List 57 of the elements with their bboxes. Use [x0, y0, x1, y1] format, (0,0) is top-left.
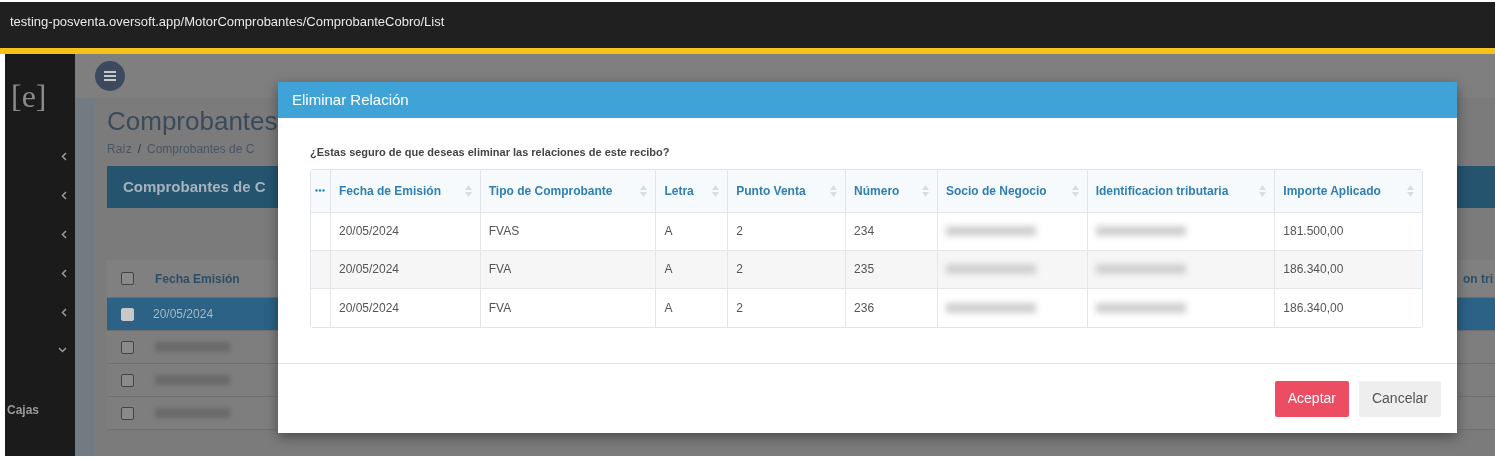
dialog-message: ¿Estas seguro de que deseas eliminar las relaciones de este recibo?	[310, 145, 671, 161]
table-cell-text: A	[664, 223, 673, 240]
chevron-down-icon[interactable]	[58, 347, 67, 353]
chevron-left-icon[interactable]	[61, 269, 67, 278]
sort-icon	[1407, 184, 1415, 197]
column-header[interactable]: Letra	[656, 169, 729, 212]
checkbox[interactable]	[120, 406, 134, 420]
column-header[interactable]: Punto Venta	[728, 169, 847, 212]
table-cell-text: 186.340,00	[1283, 261, 1344, 278]
table-cell-text: FVAS	[488, 223, 520, 240]
sort-icon	[1259, 184, 1267, 197]
chevron-left-icon[interactable]	[61, 152, 67, 161]
table-cell-text: 20/05/2024	[338, 299, 400, 317]
table-cell-text: A	[664, 299, 673, 317]
sort-icon	[712, 184, 720, 197]
sort-icon	[830, 184, 838, 197]
sort-icon	[1071, 184, 1079, 197]
checkbox[interactable]	[120, 272, 134, 285]
logo: [e]	[10, 77, 47, 112]
more-icon[interactable]	[315, 189, 326, 192]
column-header[interactable]: Tipo de Comprobante	[480, 169, 657, 212]
table-cell-text: 186.340,00	[1283, 299, 1344, 317]
dialog-header: Eliminar Relación	[278, 82, 1457, 118]
breadcrumb-separator: /	[137, 141, 142, 158]
table-cell-text: FVA	[488, 261, 512, 278]
column-header[interactable]: Identificacion tributaria	[1087, 169, 1276, 212]
column-header[interactable]: Socio de Negocio	[937, 169, 1088, 212]
sort-icon	[921, 184, 929, 197]
table-cell-text: 20/05/2024	[152, 306, 214, 323]
column-header[interactable]: on tri	[1463, 269, 1493, 288]
cancel-button[interactable]: Cancelar	[1358, 380, 1441, 417]
sort-icon	[640, 184, 648, 197]
menu-icon[interactable]	[95, 61, 125, 91]
column-header[interactable]: Fecha Emisión	[147, 269, 240, 288]
page-title: Comprobantes	[107, 105, 279, 138]
table-cell-text: A	[664, 261, 673, 278]
table-cell-text: 20/05/2024	[338, 223, 400, 240]
table-cell-text: 2	[736, 223, 743, 240]
column-header[interactable]: Fecha de Emisión	[330, 169, 481, 212]
address-bar[interactable]: testing-posventa.oversoft.app/MotorComprobantes/ComprobanteCobro/List	[0, 2, 1495, 42]
table-cell-text: 181.500,00	[1283, 223, 1344, 240]
table-cell-text: 20/05/2024	[338, 261, 400, 278]
table-cell-text: 2	[736, 261, 743, 278]
sort-icon	[464, 184, 472, 197]
checkbox[interactable]	[120, 340, 134, 354]
checkbox[interactable]	[120, 373, 134, 387]
table-cell-text: 2	[736, 299, 743, 317]
sidebar-item[interactable]: Cajas	[5, 401, 40, 419]
table-cell-text: FVA	[488, 299, 512, 317]
chevron-left-icon[interactable]	[61, 230, 67, 239]
table-cell-text: 236	[854, 299, 875, 317]
table-cell-text: 235	[854, 261, 875, 278]
column-header[interactable]: Número	[846, 169, 938, 212]
table-cell-text: 234	[854, 223, 875, 240]
chevron-left-icon[interactable]	[61, 191, 67, 200]
chevron-left-icon[interactable]	[61, 308, 67, 317]
accept-button[interactable]: Aceptar	[1274, 380, 1349, 417]
